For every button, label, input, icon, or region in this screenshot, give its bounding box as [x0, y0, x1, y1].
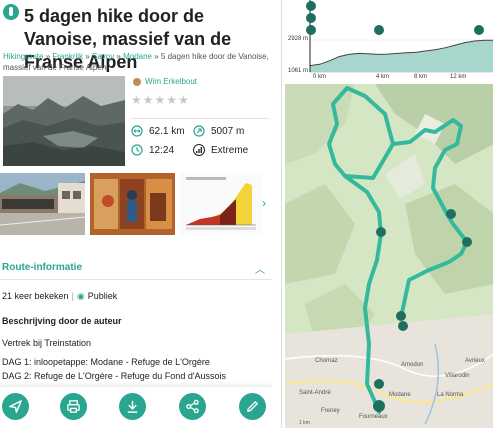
difficulty-icon [193, 144, 205, 156]
eye-icon: ◉ [76, 291, 85, 301]
elevation-max-label: 2928 m [288, 36, 309, 42]
main-photo[interactable] [3, 76, 125, 166]
chevron-right-icon[interactable]: › [262, 196, 266, 210]
stats-box: 62.1 km 5007 m 12:24 Extreme [131, 118, 269, 156]
x-axis-label: 4 km [376, 74, 390, 80]
map-place-label: Villarodin [445, 373, 470, 379]
edit-button[interactable] [239, 393, 266, 420]
map-place-label: Saint-André [299, 390, 331, 396]
route-map[interactable]: Chornaz Saint-André Freney Fourneaux Mod… [285, 84, 493, 428]
map-scale: 1 km [299, 420, 310, 426]
map-place-label: Fourneaux [359, 414, 388, 420]
distance-stat: 62.1 km [131, 125, 185, 137]
map-panel: 2928 m 1061 m 0 km 4 km 8 km 12 km Chorn… [281, 0, 493, 428]
elevation-area [310, 40, 493, 72]
description-line: DAG 2: Refuge de L'Orgère - Refuge du Fo… [2, 371, 227, 381]
difficulty-stat: Extreme [193, 144, 248, 156]
photo-thumbnail[interactable] [90, 173, 175, 235]
duration-stat: 12:24 [131, 144, 174, 156]
print-icon [67, 400, 80, 413]
chevron-up-icon[interactable]: ︿ [255, 261, 265, 276]
author-name[interactable]: Wim Erkelbout [145, 77, 197, 86]
action-toolbar [0, 386, 272, 428]
share-button[interactable] [179, 393, 206, 420]
rating-stars[interactable]: ★★★★★ [131, 93, 190, 107]
photo-thumbnail[interactable] [0, 173, 85, 235]
description-title: Beschrijving door de auteur [2, 316, 122, 326]
download-button[interactable] [119, 393, 146, 420]
description-line: Vertrek bij Treinstation [2, 338, 92, 348]
map-place-label: Avrieux [465, 358, 485, 364]
duration-value: 12:24 [149, 144, 175, 156]
navigate-button[interactable] [2, 393, 29, 420]
route-detail-panel: 5 dagen hike door de Vanoise, massief va… [0, 0, 272, 428]
breadcrumb-link[interactable]: Hikingroute [3, 52, 43, 61]
x-axis-label: 12 km [450, 74, 467, 80]
map-place-label: Modane [389, 392, 411, 398]
x-axis-label: 8 km [414, 74, 428, 80]
print-button[interactable] [60, 393, 87, 420]
navigate-icon [9, 400, 22, 413]
photo-strip [0, 173, 272, 235]
map-place-label: Chornaz [315, 358, 338, 364]
x-axis-label: 0 km [313, 74, 327, 80]
visibility-text: Publiek [87, 291, 118, 301]
elevation-profile-thumbnail[interactable] [180, 173, 262, 235]
distance-value: 62.1 km [149, 125, 185, 137]
map-place-label: Amodon [401, 362, 424, 368]
route-info-header[interactable]: Route-informatie ︿ [0, 258, 272, 280]
hike-icon [3, 4, 19, 20]
view-count: 21 keer bekeken | ◉ Publiek [2, 291, 118, 301]
elevation-profile[interactable]: 2928 m 1061 m 0 km 4 km 8 km 12 km [282, 0, 493, 82]
breadcrumb: Hikingroute » Frankrijk » Savoy » Modane… [3, 52, 269, 72]
breadcrumb-link[interactable]: Frankrijk [52, 52, 83, 61]
map-place-label: Freney [321, 408, 340, 414]
clock-icon [131, 144, 143, 156]
elevation-value: 5007 m [211, 125, 245, 137]
difficulty-value: Extreme [211, 144, 249, 156]
elevation-stat: 5007 m [193, 125, 244, 137]
share-icon [186, 399, 199, 414]
edit-icon [247, 401, 258, 412]
elevation-min-label: 1061 m [288, 68, 309, 74]
distance-icon [131, 125, 143, 137]
breadcrumb-link[interactable]: Modane [123, 52, 152, 61]
description-line: DAG 1: inloopetappe: Modane - Refuge de … [2, 357, 210, 367]
route-info-title: Route-informatie [2, 262, 82, 273]
map-place-label: La Norma [437, 392, 464, 398]
ascent-icon [193, 125, 205, 137]
profile-markers [306, 1, 484, 35]
download-icon [127, 400, 138, 413]
avatar[interactable] [133, 78, 141, 86]
views-text: 21 keer bekeken [2, 291, 69, 301]
breadcrumb-link[interactable]: Savoy [92, 52, 114, 61]
